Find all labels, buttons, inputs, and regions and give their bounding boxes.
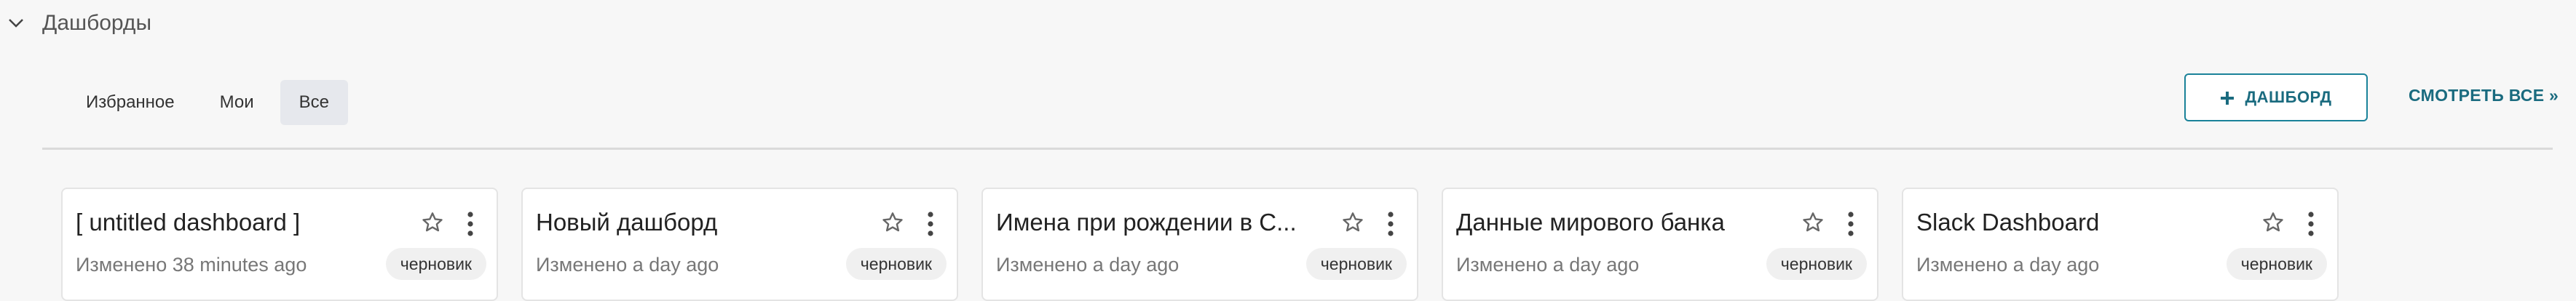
star-icon[interactable] xyxy=(2259,208,2288,237)
star-icon[interactable] xyxy=(878,208,907,237)
section-header[interactable]: Дашборды xyxy=(0,4,151,42)
card-title[interactable]: [ untitled dashboard ] xyxy=(76,206,396,238)
card-modified-text: Изменено a day ago xyxy=(996,254,1180,276)
dashboard-card[interactable]: [ untitled dashboard ] Изменено 38 minut… xyxy=(61,188,498,301)
chevron-down-icon[interactable] xyxy=(0,7,32,39)
dashboard-card[interactable]: Имена при рождении в С... Изменено a day… xyxy=(981,188,1418,301)
add-dashboard-button[interactable]: ДАШБОРД xyxy=(2184,73,2368,121)
filter-tabs: Избранное Мои Все xyxy=(67,80,349,125)
dashboard-card[interactable]: Slack Dashboard Изменено a day ago черно… xyxy=(1902,188,2339,301)
card-modified-text: Изменено a day ago xyxy=(1916,254,2100,276)
divider xyxy=(42,148,2553,150)
status-badge: черновик xyxy=(2226,248,2327,280)
status-badge: черновик xyxy=(1305,248,1407,280)
card-title[interactable]: Данные мирового банка xyxy=(1456,206,1777,238)
star-icon[interactable] xyxy=(418,208,447,237)
more-vertical-icon[interactable] xyxy=(456,208,485,240)
card-title[interactable]: Новый дашборд xyxy=(536,206,856,238)
tab-favorites[interactable]: Избранное xyxy=(67,80,194,125)
more-vertical-icon[interactable] xyxy=(1376,208,1405,240)
plus-icon xyxy=(2220,86,2235,109)
tab-all[interactable]: Все xyxy=(280,80,349,125)
tab-mine[interactable]: Мои xyxy=(201,80,273,125)
status-badge: черновик xyxy=(845,248,947,280)
status-badge: черновик xyxy=(1766,248,1867,280)
dashboard-card[interactable]: Данные мирового банка Изменено a day ago… xyxy=(1442,188,1878,301)
card-title[interactable]: Slack Dashboard xyxy=(1916,206,2237,238)
star-icon[interactable] xyxy=(1798,208,1828,237)
view-all-link[interactable]: СМОТРЕТЬ ВСЕ » xyxy=(2409,86,2559,105)
status-badge: черновик xyxy=(385,248,486,280)
add-dashboard-label: ДАШБОРД xyxy=(2245,88,2332,106)
more-vertical-icon[interactable] xyxy=(1836,208,1865,240)
dashboard-card-list: [ untitled dashboard ] Изменено 38 minut… xyxy=(61,188,2339,301)
star-icon[interactable] xyxy=(1338,208,1367,237)
more-vertical-icon[interactable] xyxy=(2296,208,2326,240)
card-modified-text: Изменено 38 minutes ago xyxy=(76,254,307,276)
card-title[interactable]: Имена при рождении в С... xyxy=(996,206,1316,238)
dashboard-card[interactable]: Новый дашборд Изменено a day ago чернови… xyxy=(521,188,958,301)
card-modified-text: Изменено a day ago xyxy=(536,254,719,276)
section-title: Дашборды xyxy=(42,11,151,35)
more-vertical-icon[interactable] xyxy=(916,208,945,240)
card-modified-text: Изменено a day ago xyxy=(1456,254,1640,276)
